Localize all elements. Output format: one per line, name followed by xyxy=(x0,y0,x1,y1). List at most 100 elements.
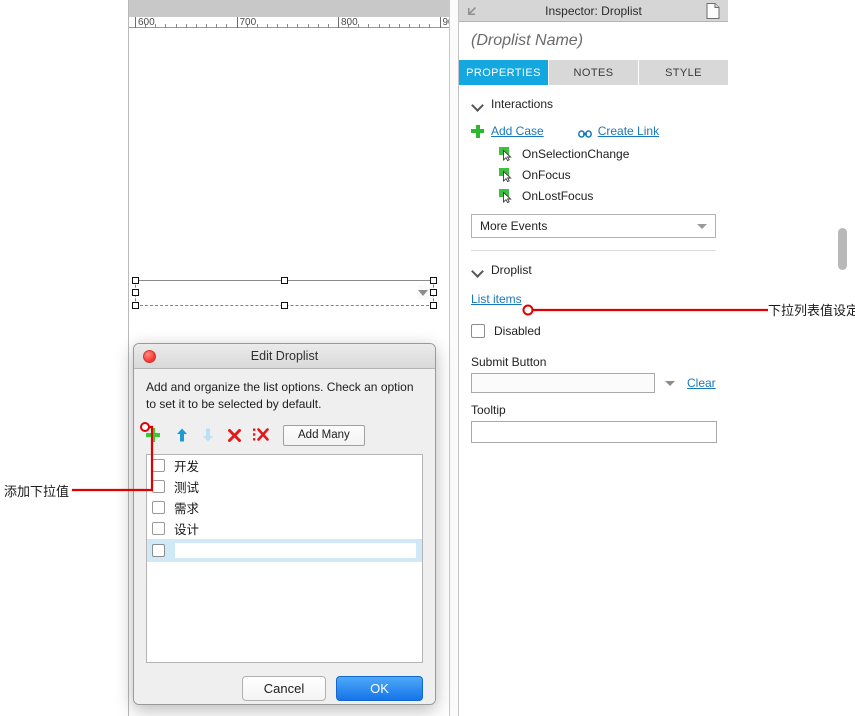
inspector-titlebar: Inspector: Droplist xyxy=(459,0,728,22)
tab-notes[interactable]: NOTES xyxy=(549,60,639,85)
ruler-minor-tick xyxy=(165,24,167,28)
chevron-down-icon[interactable] xyxy=(665,380,675,386)
ruler-minor-tick xyxy=(185,24,187,28)
canvas-vertical-scrollbar[interactable] xyxy=(838,0,847,716)
ruler-minor-tick xyxy=(378,24,380,28)
ruler-minor-tick xyxy=(409,24,411,28)
ruler-major-tick xyxy=(135,17,136,28)
ruler-minor-tick xyxy=(358,24,360,28)
event-label: OnFocus xyxy=(522,167,571,182)
event-onfocus[interactable]: OnFocus xyxy=(471,164,716,185)
list-item-input[interactable] xyxy=(174,542,417,559)
delete-all-icon[interactable] xyxy=(253,428,269,442)
interactions-header[interactable]: Interactions xyxy=(471,91,716,117)
tooltip-input[interactable] xyxy=(471,421,717,443)
delete-x-icon[interactable] xyxy=(228,428,241,442)
list-item[interactable]: 需求 xyxy=(147,497,422,518)
event-cursor-icon xyxy=(499,188,514,203)
edit-droplist-dialog[interactable]: Edit Droplist Add and organize the list … xyxy=(133,343,436,705)
tab-notes-label: NOTES xyxy=(573,66,614,79)
interactions-section: Interactions Add Case Create Link OnSele… xyxy=(459,91,728,251)
disabled-checkbox[interactable] xyxy=(471,324,485,338)
page-icon[interactable] xyxy=(706,3,720,19)
arrow-up-icon[interactable] xyxy=(176,428,188,442)
ruler-minor-tick xyxy=(175,24,177,28)
list-item-checkbox[interactable] xyxy=(152,459,165,472)
list-item-label: 需求 xyxy=(174,501,200,516)
cancel-button[interactable]: Cancel xyxy=(242,676,326,701)
ruler-major-tick xyxy=(439,17,441,28)
list-item-editing[interactable] xyxy=(147,539,422,562)
list-item[interactable]: 设计 xyxy=(147,518,422,539)
plus-icon xyxy=(471,124,484,138)
resize-handle-sw[interactable] xyxy=(132,302,139,309)
tooltip-label: Tooltip xyxy=(471,403,506,417)
ruler-minor-tick xyxy=(297,24,299,28)
arrow-down-icon[interactable] xyxy=(202,428,214,442)
list-items-link[interactable]: List items xyxy=(471,292,522,306)
disabled-checkbox-row[interactable]: Disabled xyxy=(471,317,716,345)
resize-handle-w[interactable] xyxy=(132,289,139,296)
ruler-minor-tick xyxy=(419,24,421,28)
add-many-button[interactable]: Add Many xyxy=(283,424,365,446)
tab-properties-label: PROPERTIES xyxy=(466,66,541,79)
list-item-checkbox[interactable] xyxy=(152,480,165,493)
ruler-minor-tick xyxy=(368,24,370,28)
droplist-items-list[interactable]: 开发 测试 需求 设计 xyxy=(146,454,423,663)
event-onselectionchange[interactable]: OnSelectionChange xyxy=(471,143,716,164)
resize-handle-s[interactable] xyxy=(281,302,288,309)
tab-style[interactable]: STYLE xyxy=(639,60,728,85)
interactions-title: Interactions xyxy=(491,97,554,111)
clear-link[interactable]: Clear xyxy=(687,376,716,390)
ruler-minor-tick xyxy=(256,24,258,28)
droplist-widget[interactable] xyxy=(132,277,437,309)
add-case-link[interactable]: Add Case xyxy=(491,124,544,138)
submit-button-input[interactable] xyxy=(471,373,655,393)
dialog-titlebar: Edit Droplist xyxy=(134,344,435,369)
chevron-down-icon xyxy=(471,263,485,277)
tab-properties[interactable]: PROPERTIES xyxy=(459,60,549,85)
submit-button-label: Submit Button xyxy=(471,355,547,369)
ruler-label: 700 xyxy=(239,17,257,28)
close-red-circle-icon[interactable] xyxy=(143,350,156,363)
ruler-label: 600 xyxy=(138,17,155,28)
create-link-link[interactable]: Create Link xyxy=(598,124,659,138)
event-onlostfocus[interactable]: OnLostFocus xyxy=(471,185,716,206)
list-item-checkbox[interactable] xyxy=(152,501,165,514)
plus-icon[interactable] xyxy=(146,428,160,442)
ruler-minor-tick xyxy=(226,24,228,28)
annotation-left-label: 添加下拉值 xyxy=(4,485,70,500)
chevron-down-icon xyxy=(471,97,485,111)
more-events-select[interactable]: More Events xyxy=(471,214,716,238)
resize-handle-nw[interactable] xyxy=(132,277,139,284)
ok-button[interactable]: OK xyxy=(336,676,423,701)
list-item[interactable]: 开发 xyxy=(147,455,422,476)
list-item-checkbox[interactable] xyxy=(152,522,165,535)
widget-name-field[interactable]: (Droplist Name) xyxy=(459,22,728,60)
ruler-minor-tick xyxy=(317,24,319,28)
ruler-top-fill xyxy=(129,0,458,17)
dialog-title: Edit Droplist xyxy=(250,349,319,363)
resize-handle-e[interactable] xyxy=(430,289,437,296)
list-item-label: 测试 xyxy=(174,480,200,495)
resize-handle-ne[interactable] xyxy=(430,277,437,284)
interactions-actions: Add Case Create Link xyxy=(471,119,716,143)
resize-handle-n[interactable] xyxy=(281,277,288,284)
event-cursor-icon xyxy=(499,167,514,182)
horizontal-ruler: 600700800900 xyxy=(129,0,459,28)
list-item-label: 开发 xyxy=(174,459,200,474)
ruler-label: 800 xyxy=(341,17,358,28)
droplist-title: Droplist xyxy=(491,263,532,277)
resize-handle-se[interactable] xyxy=(430,302,437,309)
ruler-minor-tick xyxy=(327,24,329,28)
tooltip-row xyxy=(471,421,717,443)
droplist-header[interactable]: Droplist xyxy=(471,257,716,283)
scrollbar-thumb[interactable] xyxy=(838,228,847,270)
annotation-right-label: 下拉列表值设定 xyxy=(768,304,855,319)
list-item-label: 设计 xyxy=(174,522,200,537)
workspace-left-margin xyxy=(0,0,128,716)
event-label: OnSelectionChange xyxy=(522,146,630,161)
ruler-minor-tick xyxy=(277,24,279,28)
list-item[interactable]: 测试 xyxy=(147,476,422,497)
list-item-checkbox[interactable] xyxy=(152,544,165,557)
